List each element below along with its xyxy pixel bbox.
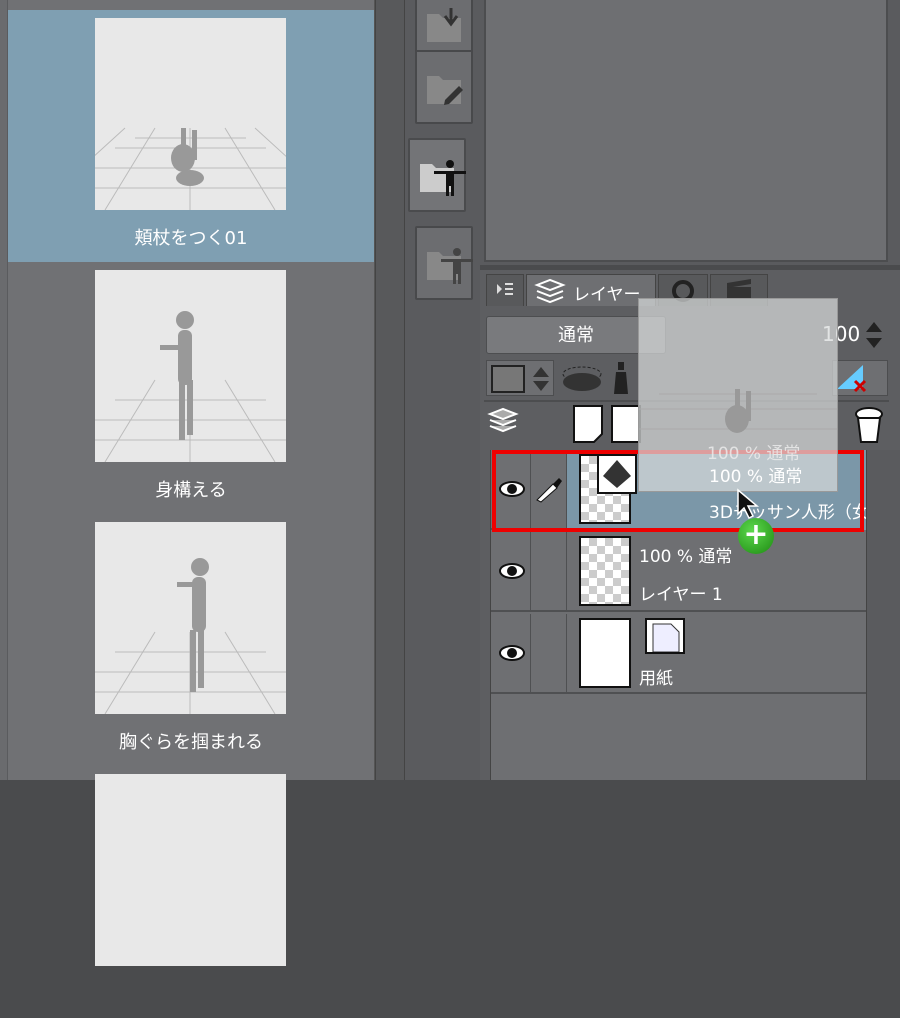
- new-raster-layer-icon[interactable]: [572, 404, 608, 446]
- tab-layer-label: レイヤー: [573, 285, 641, 305]
- folder-edit-button[interactable]: [415, 50, 473, 124]
- material-thumbnail: [95, 522, 286, 714]
- layers-icon: [534, 278, 566, 304]
- folder-pose-button[interactable]: [408, 138, 466, 212]
- layer-name: レイヤー 1: [639, 585, 723, 605]
- material-thumbnail: [95, 18, 286, 210]
- cursor-arrow-icon: [737, 488, 760, 520]
- reference-layer-icon[interactable]: [606, 358, 636, 398]
- layer-thumbnail: [579, 618, 631, 688]
- layer-list: 100 % 通常 3Dデッサン人形（女 100 % 通常 レイヤー 1 用紙: [490, 450, 869, 780]
- material-folder-toolbar: [405, 0, 480, 780]
- layer-info: 100 % 通常: [639, 547, 733, 567]
- layer-row[interactable]: 100 % 通常 レイヤー 1: [491, 532, 867, 612]
- opacity-up-icon[interactable]: [866, 322, 882, 332]
- paper-icon: [645, 618, 685, 654]
- panel-grip[interactable]: [0, 0, 8, 780]
- eye-icon[interactable]: [499, 480, 525, 498]
- material-item[interactable]: 身構える: [8, 262, 374, 514]
- layer-info: 100 % 通常: [709, 467, 803, 487]
- pen-edit-icon: [536, 478, 562, 503]
- folder-download-icon: [427, 8, 461, 42]
- material-thumbnail: [95, 270, 286, 462]
- folder-figure-icon: [427, 248, 473, 284]
- menu-icon: [497, 283, 513, 295]
- opacity-down-icon[interactable]: [866, 338, 882, 348]
- material-item[interactable]: 頬杖をつく01: [8, 10, 374, 262]
- material-label: 胸ぐらを掴まれる: [119, 732, 263, 753]
- layer-color-button[interactable]: [486, 360, 554, 396]
- ruler-button[interactable]: [832, 360, 888, 396]
- eye-icon[interactable]: [499, 562, 525, 580]
- layer-thumbnail: [579, 536, 631, 606]
- pose-figure-icon: [95, 558, 286, 714]
- material-list-scrollbar[interactable]: [375, 0, 405, 780]
- material-label: 頬杖をつく01: [134, 228, 248, 249]
- clip-mask-icon[interactable]: [558, 358, 606, 398]
- layer-list-scrollbar[interactable]: [866, 450, 900, 780]
- drag-preview-info: 100 % 通常: [707, 444, 801, 464]
- layers-icon[interactable]: [486, 404, 522, 444]
- pose-figure-icon: [639, 389, 837, 433]
- layer-name: 3Dデッサン人形（女: [709, 503, 869, 523]
- add-badge-icon: +: [738, 518, 774, 554]
- eye-icon[interactable]: [499, 644, 525, 662]
- panel-menu-button[interactable]: [486, 274, 524, 306]
- ruler-delete-icon: [837, 365, 867, 393]
- material-item[interactable]: 胸ぐらを掴まれる: [8, 514, 374, 766]
- trash-icon[interactable]: [850, 404, 888, 446]
- layer-name: 用紙: [639, 669, 673, 689]
- material-list-panel: 頬杖をつく01 身構える 胸ぐらを掴まれる: [0, 0, 375, 966]
- 3d-layer-icon: [597, 454, 637, 494]
- folder-edit-icon: [427, 76, 463, 105]
- material-thumbnail: [95, 774, 286, 966]
- material-item[interactable]: [8, 766, 374, 1018]
- pose-figure-icon: [95, 127, 286, 210]
- folder-pose-icon: [420, 160, 466, 196]
- material-label: 身構える: [155, 480, 227, 501]
- folder-figure-button[interactable]: [415, 226, 473, 300]
- top-panel: [480, 0, 900, 265]
- pose-figure-icon: [95, 311, 286, 462]
- layer-row[interactable]: 用紙: [491, 614, 867, 694]
- tab-layer[interactable]: レイヤー: [526, 274, 656, 306]
